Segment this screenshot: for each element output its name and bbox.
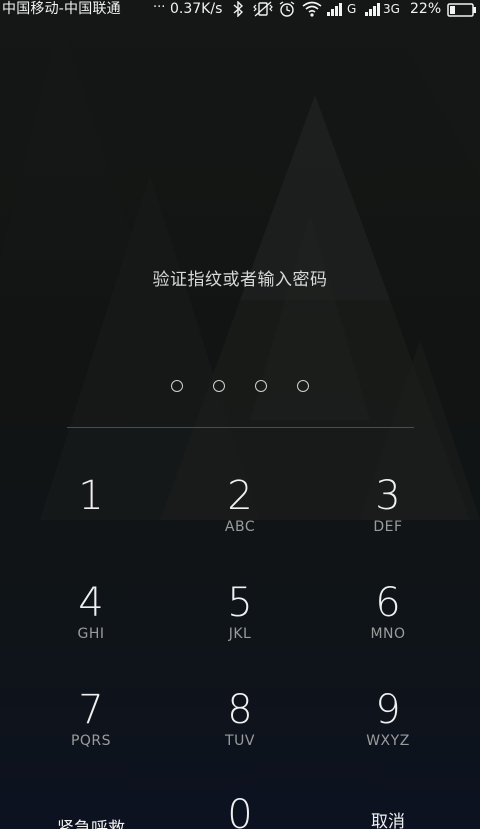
network-type-sim2: 3G xyxy=(383,2,400,16)
key-letters: PQRS xyxy=(70,733,112,749)
bluetooth-icon xyxy=(233,1,243,17)
key-8[interactable]: 8 TUV xyxy=(170,682,310,778)
key-digit: 4 xyxy=(78,580,104,626)
pin-dot xyxy=(255,380,267,392)
network-type-sim1: G xyxy=(347,2,357,16)
signal-icon xyxy=(327,3,342,16)
key-letters: GHI xyxy=(77,626,105,642)
key-letters: WXYZ xyxy=(366,733,410,749)
cancel-button[interactable]: 取消 xyxy=(318,807,458,829)
key-3[interactable]: 3 DEF xyxy=(318,468,458,564)
emergency-call-button[interactable]: 紧急呼救 xyxy=(21,814,161,829)
key-digit: 3 xyxy=(375,473,401,519)
pin-indicator xyxy=(168,380,314,396)
key-5[interactable]: 5 JKL xyxy=(170,575,310,671)
key-digit: 5 xyxy=(227,580,253,626)
unlock-prompt: 验证指纹或者输入密码 xyxy=(152,270,328,290)
pin-dot xyxy=(213,380,225,392)
key-4[interactable]: 4 GHI xyxy=(21,575,161,671)
key-digit: 9 xyxy=(375,687,401,733)
key-digit: 0 xyxy=(227,792,253,829)
lock-screen: 中国移动-中国联通 ··· 0.37K/s G 3G 22% 验证指纹或者输入密… xyxy=(0,0,480,829)
network-speed: 0.37K/s xyxy=(170,1,223,17)
battery-percent: 22% xyxy=(410,1,442,17)
pin-dot xyxy=(171,380,183,392)
more-notifications-indicator: ··· xyxy=(153,0,166,15)
key-digit: 7 xyxy=(78,687,104,733)
pin-dot xyxy=(297,380,309,392)
status-bar: 中国移动-中国联通 ··· 0.37K/s G 3G 22% xyxy=(0,0,480,20)
divider xyxy=(67,427,414,428)
key-7[interactable]: 7 PQRS xyxy=(21,682,161,778)
key-digit: 8 xyxy=(227,687,253,733)
key-6[interactable]: 6 MNO xyxy=(318,575,458,671)
key-digit: 2 xyxy=(227,473,253,519)
key-digit: 6 xyxy=(375,580,401,626)
alarm-icon xyxy=(279,1,295,17)
battery-icon xyxy=(447,3,476,17)
vibrate-icon xyxy=(253,1,273,17)
key-letters: DEF xyxy=(373,519,403,535)
key-digit: 1 xyxy=(78,473,104,519)
key-2[interactable]: 2 ABC xyxy=(170,468,310,564)
carrier-name: 中国移动-中国联通 xyxy=(2,1,121,17)
key-letters: TUV xyxy=(225,733,255,749)
wifi-icon xyxy=(302,1,322,17)
key-letters: ABC xyxy=(224,519,256,535)
key-1[interactable]: 1 xyxy=(21,468,161,564)
key-letters: MNO xyxy=(370,626,406,642)
key-9[interactable]: 9 WXYZ xyxy=(318,682,458,778)
key-letters: JKL xyxy=(228,626,252,642)
key-0[interactable]: 0 xyxy=(170,787,310,829)
signal-icon xyxy=(365,3,380,16)
